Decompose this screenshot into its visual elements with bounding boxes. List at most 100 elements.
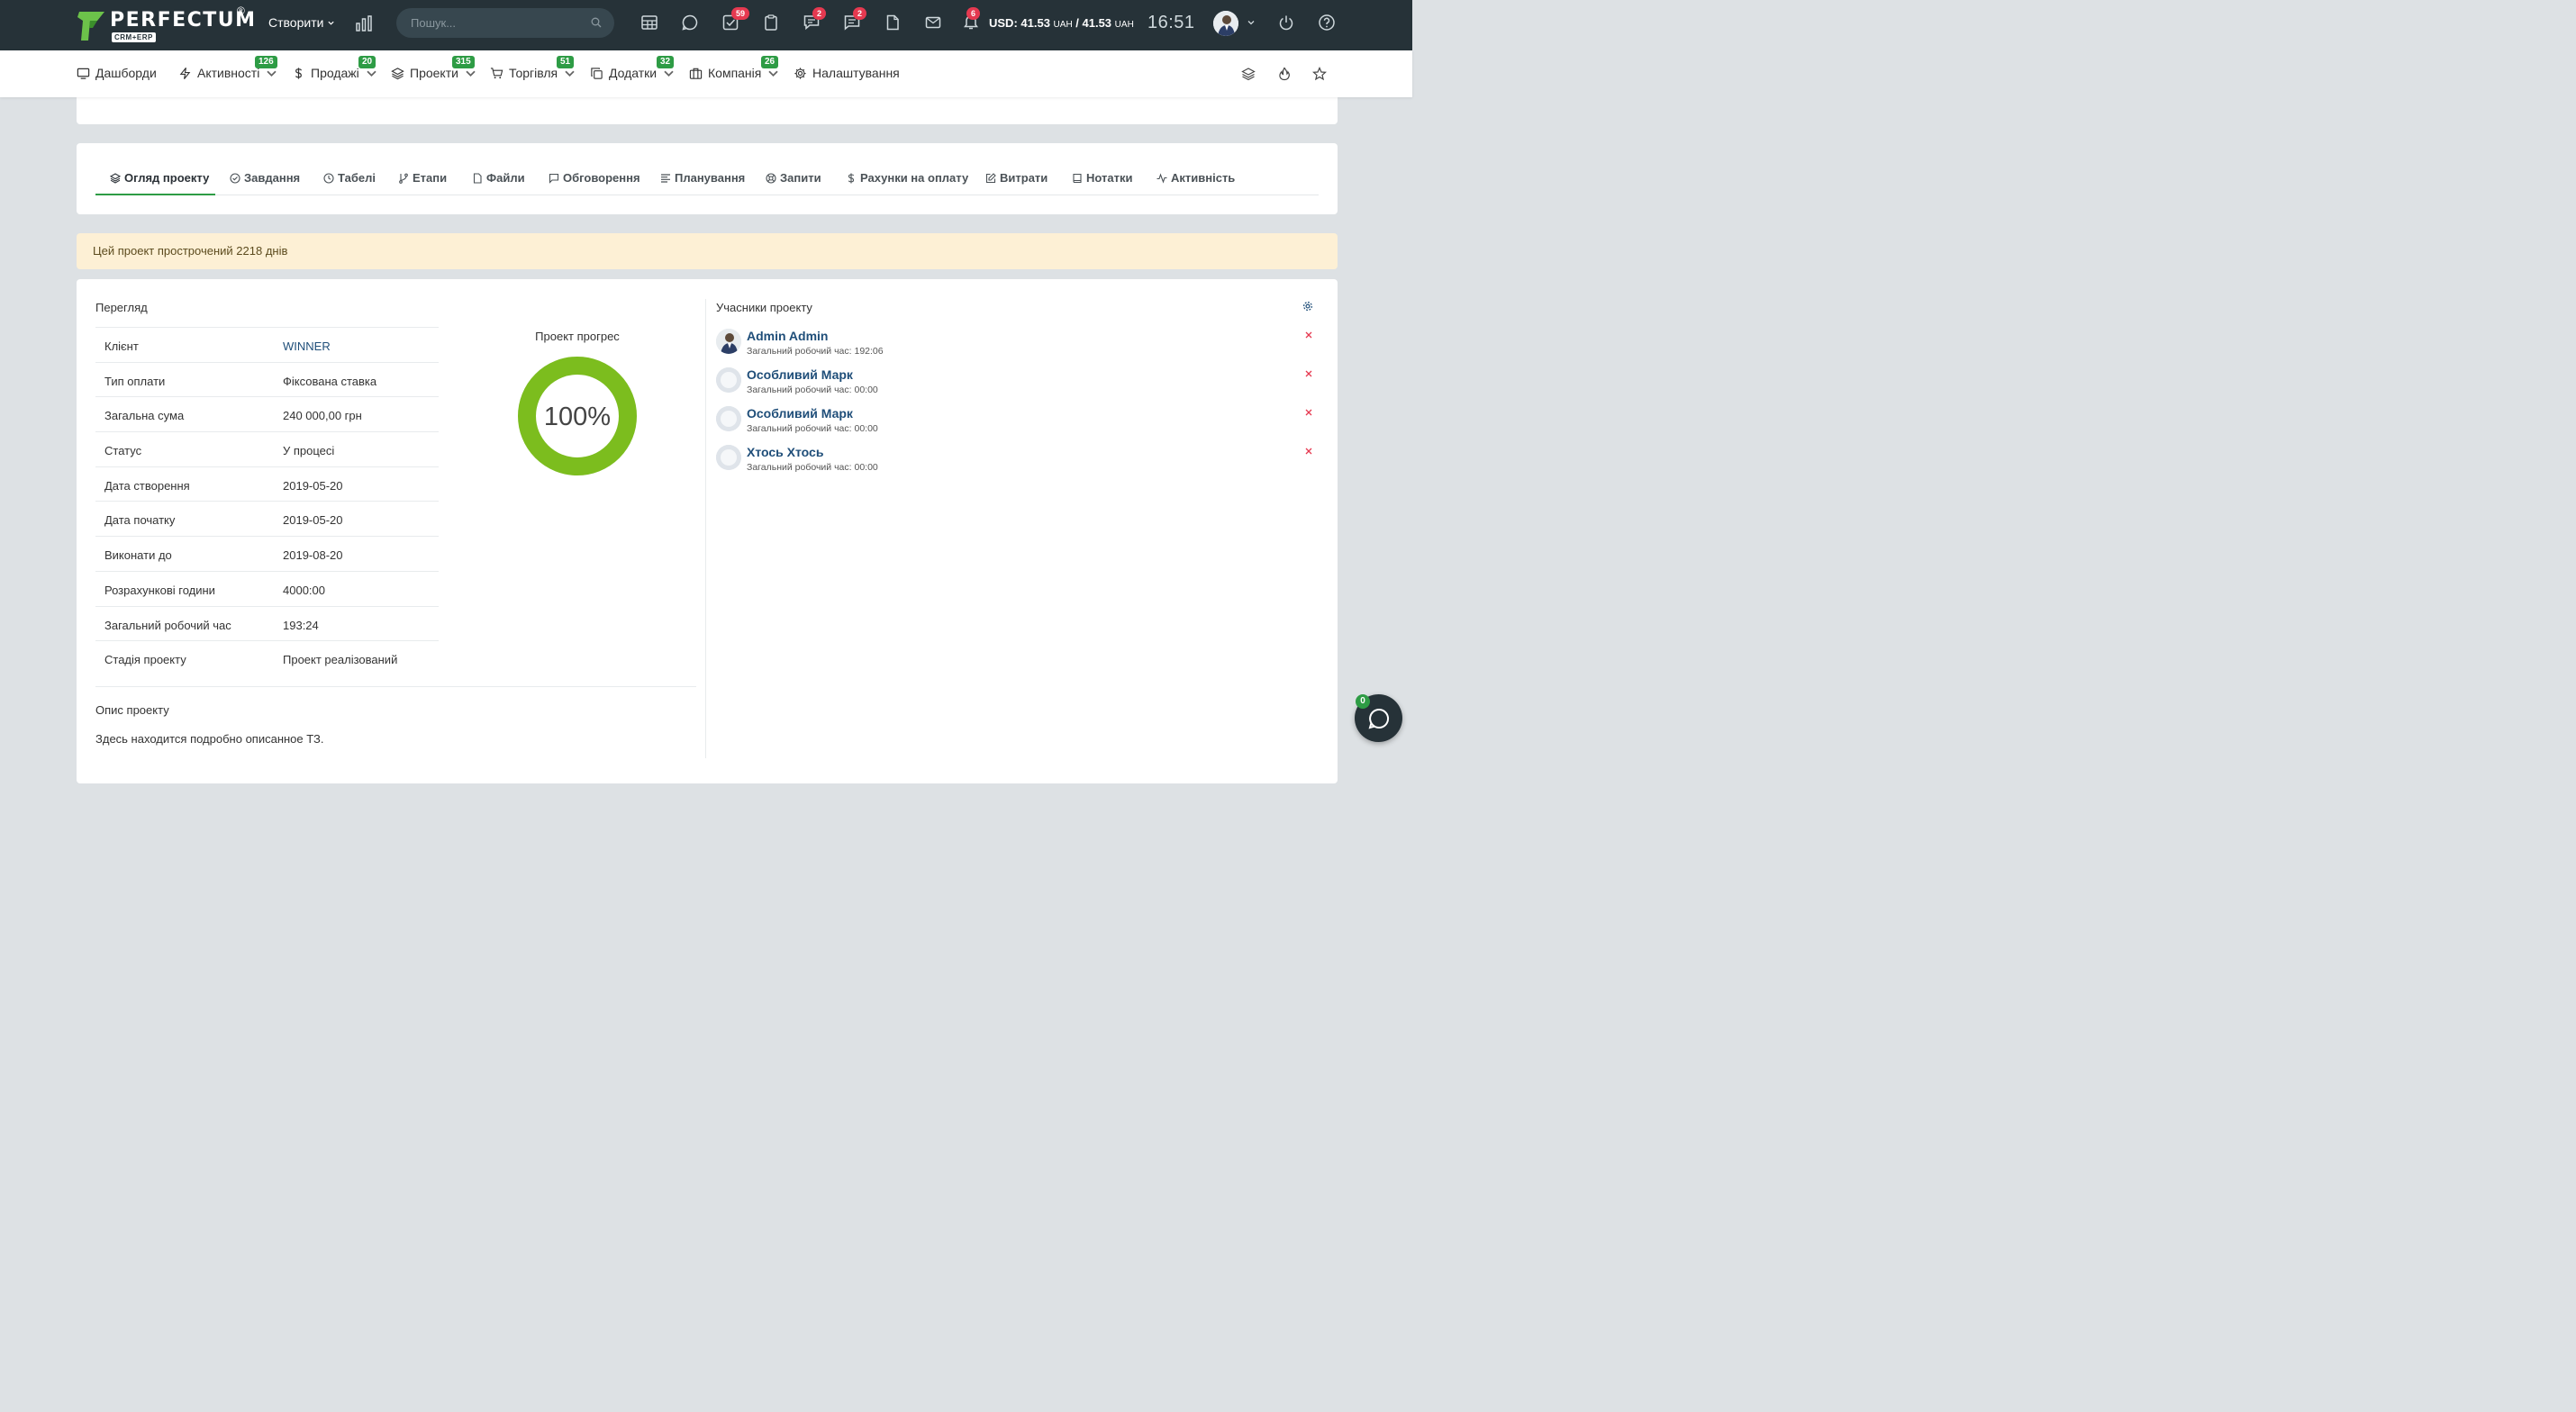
member-item: Особливий Марк Загальний робочий час: 00… xyxy=(716,406,1320,440)
logo-text: PERFECTUM xyxy=(110,9,257,32)
table-row: Розрахункові години 4000:00 xyxy=(95,570,439,606)
client-link[interactable]: WINNER xyxy=(283,339,331,353)
avatar xyxy=(716,329,741,354)
progress-donut: 100% xyxy=(518,357,637,475)
message-icon[interactable]: 2 xyxy=(843,7,867,33)
tab-notes[interactable]: Нотатки xyxy=(1072,171,1132,185)
avatar xyxy=(716,367,741,393)
tab-timesheets[interactable]: Табелі xyxy=(323,171,376,185)
nav-item-projects[interactable]: Проекти 315 xyxy=(391,56,477,80)
tab-label: Огляд проекту xyxy=(124,171,210,185)
row-key: Статус xyxy=(104,444,142,458)
user-placeholder-icon xyxy=(716,445,741,470)
user-placeholder-icon xyxy=(716,367,741,393)
row-value: 2019-08-20 xyxy=(283,548,343,563)
gear-icon[interactable] xyxy=(1302,300,1314,312)
tab-discussions[interactable]: Обговорення xyxy=(549,171,640,185)
nav-item-dashboards[interactable]: Дашборди xyxy=(77,66,157,80)
nav-badge: 26 xyxy=(761,56,779,68)
member-name[interactable]: Особливий Марк xyxy=(747,406,853,421)
star-icon[interactable] xyxy=(1312,67,1327,81)
tab-activity[interactable]: Активність xyxy=(1156,171,1235,185)
tab-planning[interactable]: Планування xyxy=(660,171,745,185)
logo[interactable]: PERFECTUM ® CRM+ERP xyxy=(77,5,255,44)
help-icon[interactable] xyxy=(1318,14,1338,33)
messages-badge: 2 xyxy=(853,7,867,20)
member-name[interactable]: Admin Admin xyxy=(747,329,828,343)
project-overview-card: Перегляд Клієнт WINNER Тип оплати Фіксов… xyxy=(77,279,1338,783)
calendar-icon[interactable] xyxy=(640,14,660,33)
currency-unit: UAH xyxy=(1053,20,1073,30)
chart-icon[interactable] xyxy=(355,14,373,32)
main-nav: Дашборди Активності 126 Продажі 20 Проек… xyxy=(0,50,1412,97)
close-icon[interactable] xyxy=(1304,330,1313,339)
row-key: Стадія проекту xyxy=(104,653,186,667)
currency-rate-second: / 41.53 xyxy=(1072,16,1112,30)
tab-requests[interactable]: Запити xyxy=(766,171,821,185)
nav-label: Додатки xyxy=(609,66,658,80)
layers-icon xyxy=(110,172,121,184)
nav-label: Торгівля xyxy=(509,66,558,80)
description-text: Здесь находится подробно описанное ТЗ. xyxy=(95,732,324,746)
tab-overview[interactable]: Огляд проекту xyxy=(110,171,209,185)
table-row: Дата створення 2019-05-20 xyxy=(95,466,439,502)
nav-item-sales[interactable]: Продажі 20 xyxy=(292,56,378,80)
chevron-down-icon[interactable] xyxy=(1247,18,1256,27)
layers-icon[interactable] xyxy=(1241,67,1256,81)
nav-item-settings[interactable]: Налаштування xyxy=(794,66,900,80)
create-button[interactable]: Створити xyxy=(268,15,335,30)
close-icon[interactable] xyxy=(1304,369,1313,378)
chat-icon[interactable] xyxy=(681,14,701,33)
search-input[interactable] xyxy=(396,8,614,38)
member-name[interactable]: Хтось Хтось xyxy=(747,445,823,459)
overview-table: Клієнт WINNER Тип оплати Фіксована ставк… xyxy=(95,327,439,675)
tabs-card: Огляд проекту Завдання Табелі Етапи Файл… xyxy=(77,143,1338,214)
top-bar: PERFECTUM ® CRM+ERP Створити 59 2 2 xyxy=(0,0,1412,50)
progress-label: 100% xyxy=(544,403,611,431)
search-box xyxy=(396,8,614,38)
lifebuoy-icon xyxy=(766,172,776,184)
nav-item-activities[interactable]: Активності 126 xyxy=(178,56,278,80)
tab-tasks[interactable]: Завдання xyxy=(230,171,300,185)
search-icon[interactable] xyxy=(591,17,602,28)
file-icon[interactable] xyxy=(884,14,903,33)
row-value: Фіксована ставка xyxy=(283,374,377,388)
tab-label: Нотатки xyxy=(1086,171,1133,185)
tab-label: Витрати xyxy=(1000,171,1048,185)
nav-item-addons[interactable]: Додатки 32 xyxy=(590,56,676,80)
nav-badge: 51 xyxy=(557,56,575,68)
nav-item-trade[interactable]: Торгівля 51 xyxy=(490,56,576,80)
notifications-badge: 6 xyxy=(966,7,981,20)
user-avatar[interactable] xyxy=(1213,11,1238,36)
row-key: Дата початку xyxy=(104,513,176,528)
member-worktime: Загальний робочий час: 00:00 xyxy=(747,423,878,434)
bell-icon[interactable]: 6 xyxy=(962,7,982,33)
row-value: У процесі xyxy=(283,444,335,458)
comments-badge: 2 xyxy=(812,7,827,20)
briefcase-icon xyxy=(689,68,703,79)
create-label: Створити xyxy=(268,15,324,30)
tab-expenses[interactable]: Витрати xyxy=(985,171,1048,185)
logo-icon xyxy=(77,12,104,41)
close-icon[interactable] xyxy=(1304,447,1313,456)
nav-item-company[interactable]: Компанія 26 xyxy=(689,56,780,80)
comments-icon[interactable]: 2 xyxy=(803,7,827,33)
tab-milestones[interactable]: Етапи xyxy=(398,171,447,185)
member-name[interactable]: Особливий Марк xyxy=(747,367,853,382)
clipboard-icon[interactable] xyxy=(762,14,782,33)
tasks-icon[interactable]: 59 xyxy=(721,7,750,33)
user-placeholder-icon xyxy=(716,406,741,431)
fire-icon[interactable] xyxy=(1277,67,1292,81)
tab-files[interactable]: Файли xyxy=(472,171,525,185)
overview-title: Перегляд xyxy=(95,301,148,314)
gear-icon xyxy=(794,67,806,79)
row-value: 240 000,00 грн xyxy=(283,409,362,423)
power-icon[interactable] xyxy=(1277,14,1297,33)
row-value: 4000:00 xyxy=(283,583,325,597)
close-icon[interactable] xyxy=(1304,408,1313,417)
zap-icon xyxy=(179,67,191,79)
clock-icon xyxy=(323,172,334,184)
tab-invoices[interactable]: Рахунки на оплату xyxy=(846,171,968,185)
tab-label: Планування xyxy=(675,171,746,185)
mail-icon[interactable] xyxy=(924,14,944,33)
